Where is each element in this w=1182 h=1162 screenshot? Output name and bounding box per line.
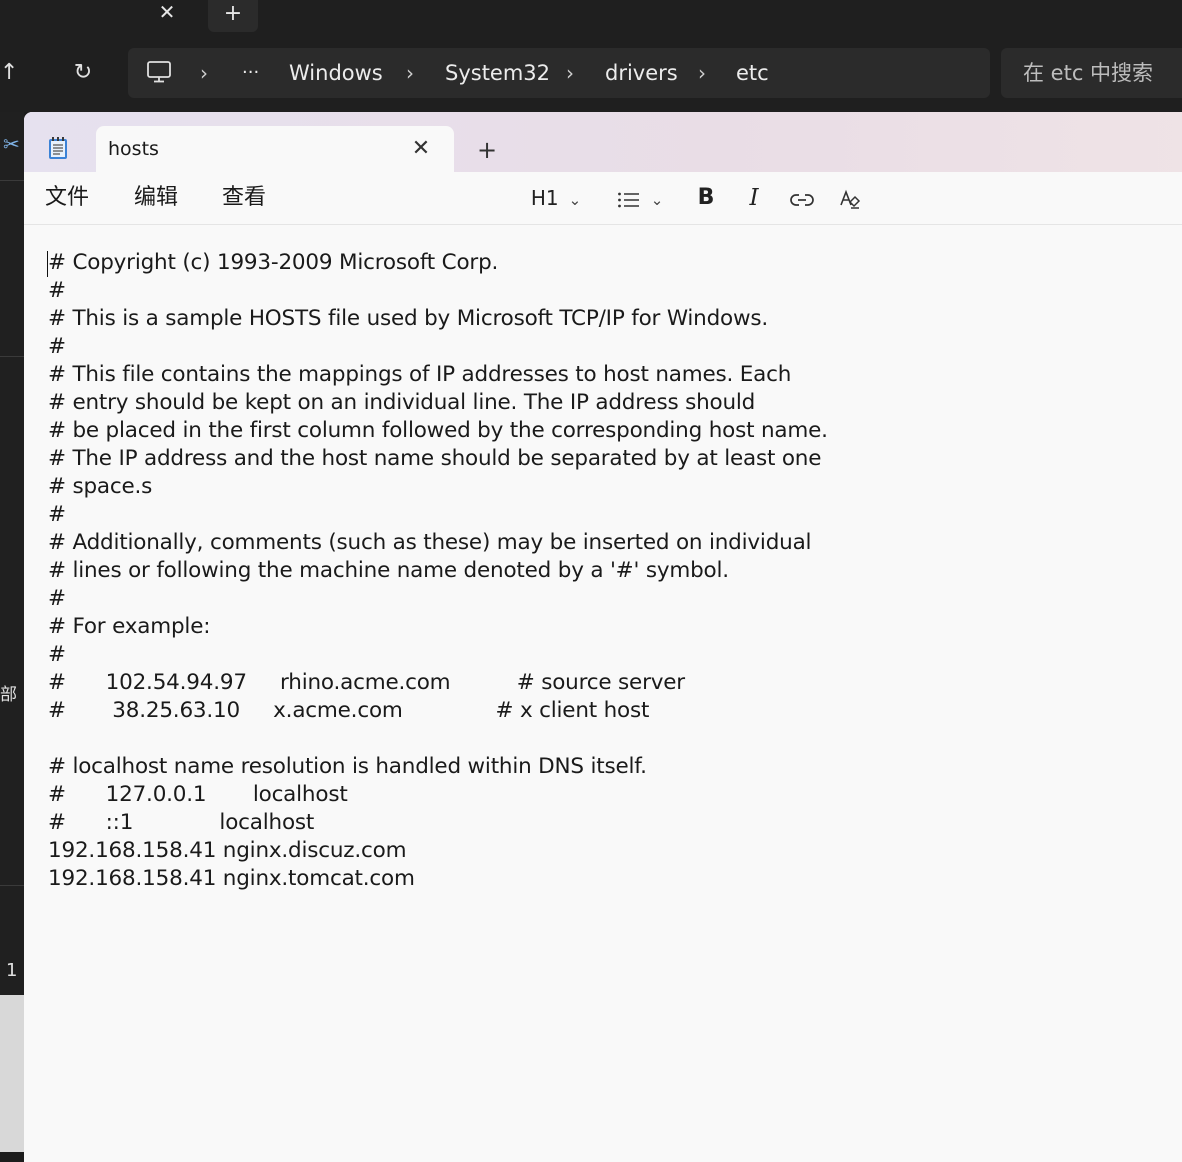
chevron-right-icon: › <box>200 61 208 85</box>
heading-dropdown[interactable]: H1 ⌄ <box>528 172 584 224</box>
list-dropdown[interactable]: ⌄ <box>612 172 668 224</box>
divider <box>0 180 24 181</box>
tab-hosts[interactable]: hosts ✕ <box>96 126 454 172</box>
clear-formatting-icon <box>840 189 861 209</box>
chevron-right-icon: › <box>566 61 574 85</box>
text-line: # Copyright (c) 1993-2009 Microsoft Corp… <box>48 250 499 275</box>
breadcrumb-etc[interactable]: etc <box>736 48 769 98</box>
computer-icon[interactable] <box>146 60 172 84</box>
link-icon <box>790 193 814 206</box>
explorer-navigation-bar: ↑ ↻ › ··· Windows › System32 › drivers ›… <box>0 38 1182 112</box>
text-line: # ::1 localhost <box>48 810 315 835</box>
bold-button[interactable]: B <box>692 172 720 224</box>
text-line: # <box>48 334 66 359</box>
tab-title: hosts <box>108 138 159 160</box>
menu-view[interactable]: 查看 <box>222 172 266 224</box>
status-count-fragment: 1 <box>6 960 18 981</box>
text-line: # be placed in the first column followed… <box>48 418 828 443</box>
text-line: # <box>48 502 66 527</box>
text-line: # <box>48 278 66 303</box>
close-icon[interactable]: ✕ <box>406 134 436 164</box>
list-icon <box>617 192 639 207</box>
background-window-fragment <box>0 995 24 1152</box>
text-line: 192.168.158.41 nginx.tomcat.com <box>48 866 415 891</box>
text-line: # localhost name resolution is handled w… <box>48 754 647 779</box>
text-line: # For example: <box>48 614 211 639</box>
text-line: # 102.54.94.97 rhino.acme.com # source s… <box>48 670 685 695</box>
breadcrumb-more-button[interactable]: ··· <box>242 48 259 98</box>
chevron-right-icon: › <box>406 61 414 85</box>
text-line: # 38.25.63.10 x.acme.com # x client host <box>48 698 650 723</box>
text-line: # <box>48 642 66 667</box>
chevron-down-icon: ⌄ <box>650 191 664 209</box>
text-line: # This file contains the mappings of IP … <box>48 362 792 387</box>
chevron-right-icon: › <box>698 61 706 85</box>
text-line: # The IP address and the host name shoul… <box>48 446 822 471</box>
text-editor[interactable]: # Copyright (c) 1993-2009 Microsoft Corp… <box>24 225 1182 1162</box>
menu-edit[interactable]: 编辑 <box>134 172 178 224</box>
up-arrow-icon[interactable]: ↑ <box>0 58 22 88</box>
divider <box>0 356 24 357</box>
clear-formatting-button[interactable] <box>836 172 864 224</box>
text-line: # Additionally, comments (such as these)… <box>48 530 812 555</box>
chevron-down-icon: ⌄ <box>568 191 582 209</box>
text-line: # space.s <box>48 474 153 499</box>
text-line: # entry should be kept on an individual … <box>48 390 756 415</box>
divider <box>0 885 24 886</box>
address-bar[interactable]: › ··· Windows › System32 › drivers › etc <box>128 48 990 98</box>
italic-button[interactable]: I <box>740 172 768 224</box>
breadcrumb-drivers[interactable]: drivers <box>605 48 678 98</box>
text-line <box>48 725 828 753</box>
explorer-tab-close-button[interactable]: ✕ <box>152 0 182 26</box>
text-line: # 127.0.0.1 localhost <box>48 782 348 807</box>
text-line: 192.168.158.41 nginx.discuz.com <box>48 838 407 863</box>
heading-label: H1 <box>530 186 559 210</box>
sidebar-label-fragment: 部 <box>0 685 17 705</box>
text-line: # This is a sample HOSTS file used by Mi… <box>48 306 769 331</box>
refresh-icon[interactable]: ↻ <box>66 58 100 88</box>
notepad-icon <box>49 137 67 159</box>
notepad-window: hosts ✕ + 文件 编辑 查看 H1 ⌄ ⌄ B I # Copyrigh… <box>24 112 1182 1162</box>
menu-bar: 文件 编辑 查看 H1 ⌄ ⌄ B I <box>24 172 1182 225</box>
text-line: # <box>48 586 66 611</box>
editor-lines: # Copyright (c) 1993-2009 Microsoft Corp… <box>48 249 828 893</box>
search-input[interactable]: 在 etc 中搜索 <box>1001 48 1182 98</box>
breadcrumb-windows[interactable]: Windows <box>289 48 383 98</box>
breadcrumb-system32[interactable]: System32 <box>445 48 550 98</box>
menu-file[interactable]: 文件 <box>45 172 89 224</box>
explorer-new-tab-button[interactable]: + <box>208 0 258 32</box>
cut-icon[interactable]: ✂ <box>3 132 20 156</box>
text-line: # lines or following the machine name de… <box>48 558 729 583</box>
notepad-title-bar: hosts ✕ + <box>24 112 1182 172</box>
link-button[interactable] <box>788 172 816 224</box>
new-tab-button[interactable]: + <box>472 130 502 170</box>
explorer-tab-strip: ✕ + <box>0 0 1182 38</box>
